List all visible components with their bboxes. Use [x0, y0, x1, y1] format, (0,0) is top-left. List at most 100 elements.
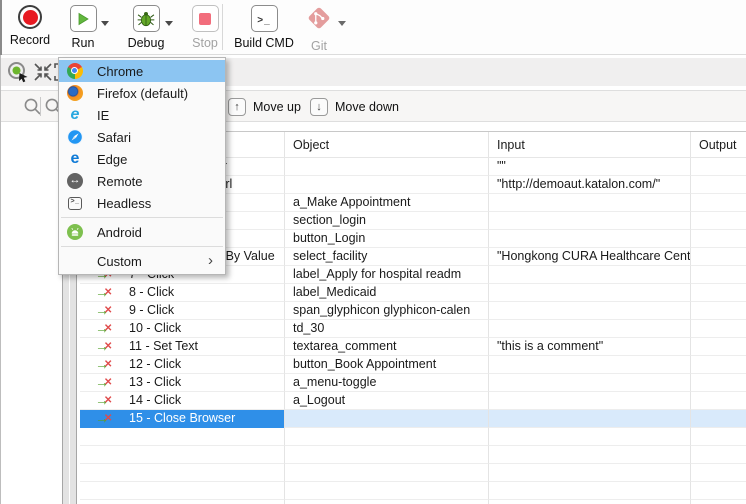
empty-table-row[interactable]: [80, 500, 746, 504]
output-cell[interactable]: [690, 284, 746, 302]
menu-item-headless[interactable]: Headless: [59, 192, 225, 214]
git-dropdown-caret-icon[interactable]: [338, 21, 346, 26]
firefox-icon: [67, 85, 83, 101]
input-cell[interactable]: [488, 320, 690, 338]
object-cell[interactable]: label_Apply for hospital readm: [284, 266, 488, 284]
empty-table-row[interactable]: [80, 482, 746, 500]
table-row[interactable]: →✕ 15 - Close Browser: [80, 410, 746, 428]
menu-separator: [61, 217, 223, 218]
test-step-icon: →✕: [95, 303, 117, 319]
step-cell[interactable]: →✕ 8 - Click: [80, 284, 284, 302]
object-cell[interactable]: select_facility: [284, 248, 488, 266]
step-label: 10 - Click: [129, 320, 181, 337]
object-cell[interactable]: label_Medicaid: [284, 284, 488, 302]
output-cell[interactable]: [690, 392, 746, 410]
step-cell[interactable]: →✕ 15 - Close Browser: [80, 410, 284, 428]
output-cell[interactable]: [690, 194, 746, 212]
object-cell[interactable]: textarea_comment: [284, 338, 488, 356]
output-cell[interactable]: [690, 248, 746, 266]
move-up-button[interactable]: ↑ Move up: [228, 97, 301, 117]
move-down-button[interactable]: ↓ Move down: [310, 97, 399, 117]
menu-item-custom[interactable]: Custom ›: [59, 250, 225, 272]
object-cell[interactable]: span_glyphicon glyphicon-calen: [284, 302, 488, 320]
input-cell[interactable]: [488, 230, 690, 248]
table-row[interactable]: →✕ 12 - Click button_Book Appointment: [80, 356, 746, 374]
safari-icon: [67, 129, 83, 145]
menu-item-chrome[interactable]: Chrome: [59, 60, 225, 82]
input-cell[interactable]: [488, 212, 690, 230]
menu-item-firefox[interactable]: Firefox (default): [59, 82, 225, 104]
step-cell[interactable]: →✕ 14 - Click: [80, 392, 284, 410]
table-row[interactable]: →✕ 9 - Click span_glyphicon glyphicon-ca…: [80, 302, 746, 320]
output-cell[interactable]: [690, 320, 746, 338]
remote-icon: ↔: [67, 173, 83, 189]
object-cell[interactable]: section_login: [284, 212, 488, 230]
output-cell[interactable]: [690, 356, 746, 374]
empty-table-row[interactable]: [80, 446, 746, 464]
record-button[interactable]: Record: [2, 5, 58, 47]
step-cell[interactable]: →✕ 10 - Click: [80, 320, 284, 338]
window-edge-top: [0, 0, 2, 55]
input-cell[interactable]: [488, 374, 690, 392]
window-edge: [0, 0, 1, 504]
step-cell[interactable]: →✕ 12 - Click: [80, 356, 284, 374]
object-cell[interactable]: [284, 410, 488, 428]
menu-item-remote[interactable]: ↔ Remote: [59, 170, 225, 192]
output-cell[interactable]: [690, 302, 746, 320]
object-cell[interactable]: button_Book Appointment: [284, 356, 488, 374]
output-cell[interactable]: [690, 410, 746, 428]
output-cell[interactable]: [690, 176, 746, 194]
object-cell[interactable]: button_Login: [284, 230, 488, 248]
chrome-icon: [67, 63, 83, 79]
object-cell[interactable]: td_30: [284, 320, 488, 338]
empty-table-row[interactable]: [80, 428, 746, 446]
input-cell[interactable]: [488, 284, 690, 302]
column-header-input[interactable]: Input: [488, 132, 690, 157]
step-cell[interactable]: →✕ 9 - Click: [80, 302, 284, 320]
table-row[interactable]: →✕ 10 - Click td_30: [80, 320, 746, 338]
table-row[interactable]: →✕ 14 - Click a_Logout: [80, 392, 746, 410]
input-cell[interactable]: "Hongkong CURA Healthcare Center": [488, 248, 690, 266]
input-cell[interactable]: "http://demoaut.katalon.com/": [488, 176, 690, 194]
input-cell[interactable]: [488, 302, 690, 320]
output-cell[interactable]: [690, 338, 746, 356]
object-cell[interactable]: [284, 158, 488, 176]
input-cell[interactable]: [488, 266, 690, 284]
input-cell[interactable]: "": [488, 158, 690, 176]
run-dropdown-caret-icon[interactable]: [101, 21, 109, 26]
output-cell[interactable]: [690, 230, 746, 248]
collapse-all-icon[interactable]: [32, 61, 54, 86]
step-cell[interactable]: →✕ 13 - Click: [80, 374, 284, 392]
object-cell[interactable]: [284, 176, 488, 194]
menu-item-android[interactable]: Android: [59, 221, 225, 243]
table-row[interactable]: →✕ 13 - Click a_menu-toggle: [80, 374, 746, 392]
object-cell[interactable]: a_Make Appointment: [284, 194, 488, 212]
input-cell[interactable]: [488, 356, 690, 374]
run-button[interactable]: Run: [60, 5, 106, 50]
object-cell[interactable]: a_Logout: [284, 392, 488, 410]
output-cell[interactable]: [690, 212, 746, 230]
empty-table-row[interactable]: [80, 464, 746, 482]
step-cell[interactable]: →✕ 11 - Set Text: [80, 338, 284, 356]
table-row[interactable]: →✕ 8 - Click label_Medicaid: [80, 284, 746, 302]
input-cell[interactable]: [488, 194, 690, 212]
build-cmd-button[interactable]: Build CMD: [229, 5, 299, 50]
input-cell[interactable]: [488, 392, 690, 410]
input-cell[interactable]: [488, 410, 690, 428]
menu-item-safari[interactable]: Safari: [59, 126, 225, 148]
input-cell[interactable]: "this is a comment": [488, 338, 690, 356]
column-header-object[interactable]: Object: [284, 132, 488, 157]
object-cell[interactable]: a_menu-toggle: [284, 374, 488, 392]
output-cell[interactable]: [690, 158, 746, 176]
output-cell[interactable]: [690, 266, 746, 284]
debug-dropdown-caret-icon[interactable]: [165, 21, 173, 26]
debug-button[interactable]: Debug: [120, 5, 172, 50]
column-header-output[interactable]: Output: [690, 132, 746, 157]
menu-item-edge[interactable]: e Edge: [59, 148, 225, 170]
menu-item-ie[interactable]: e IE: [59, 104, 225, 126]
terminal-icon: [251, 5, 278, 32]
spy-web-icon[interactable]: [6, 60, 30, 87]
output-cell[interactable]: [690, 374, 746, 392]
table-row[interactable]: →✕ 11 - Set Text textarea_comment "this …: [80, 338, 746, 356]
git-button: Git: [297, 4, 341, 53]
